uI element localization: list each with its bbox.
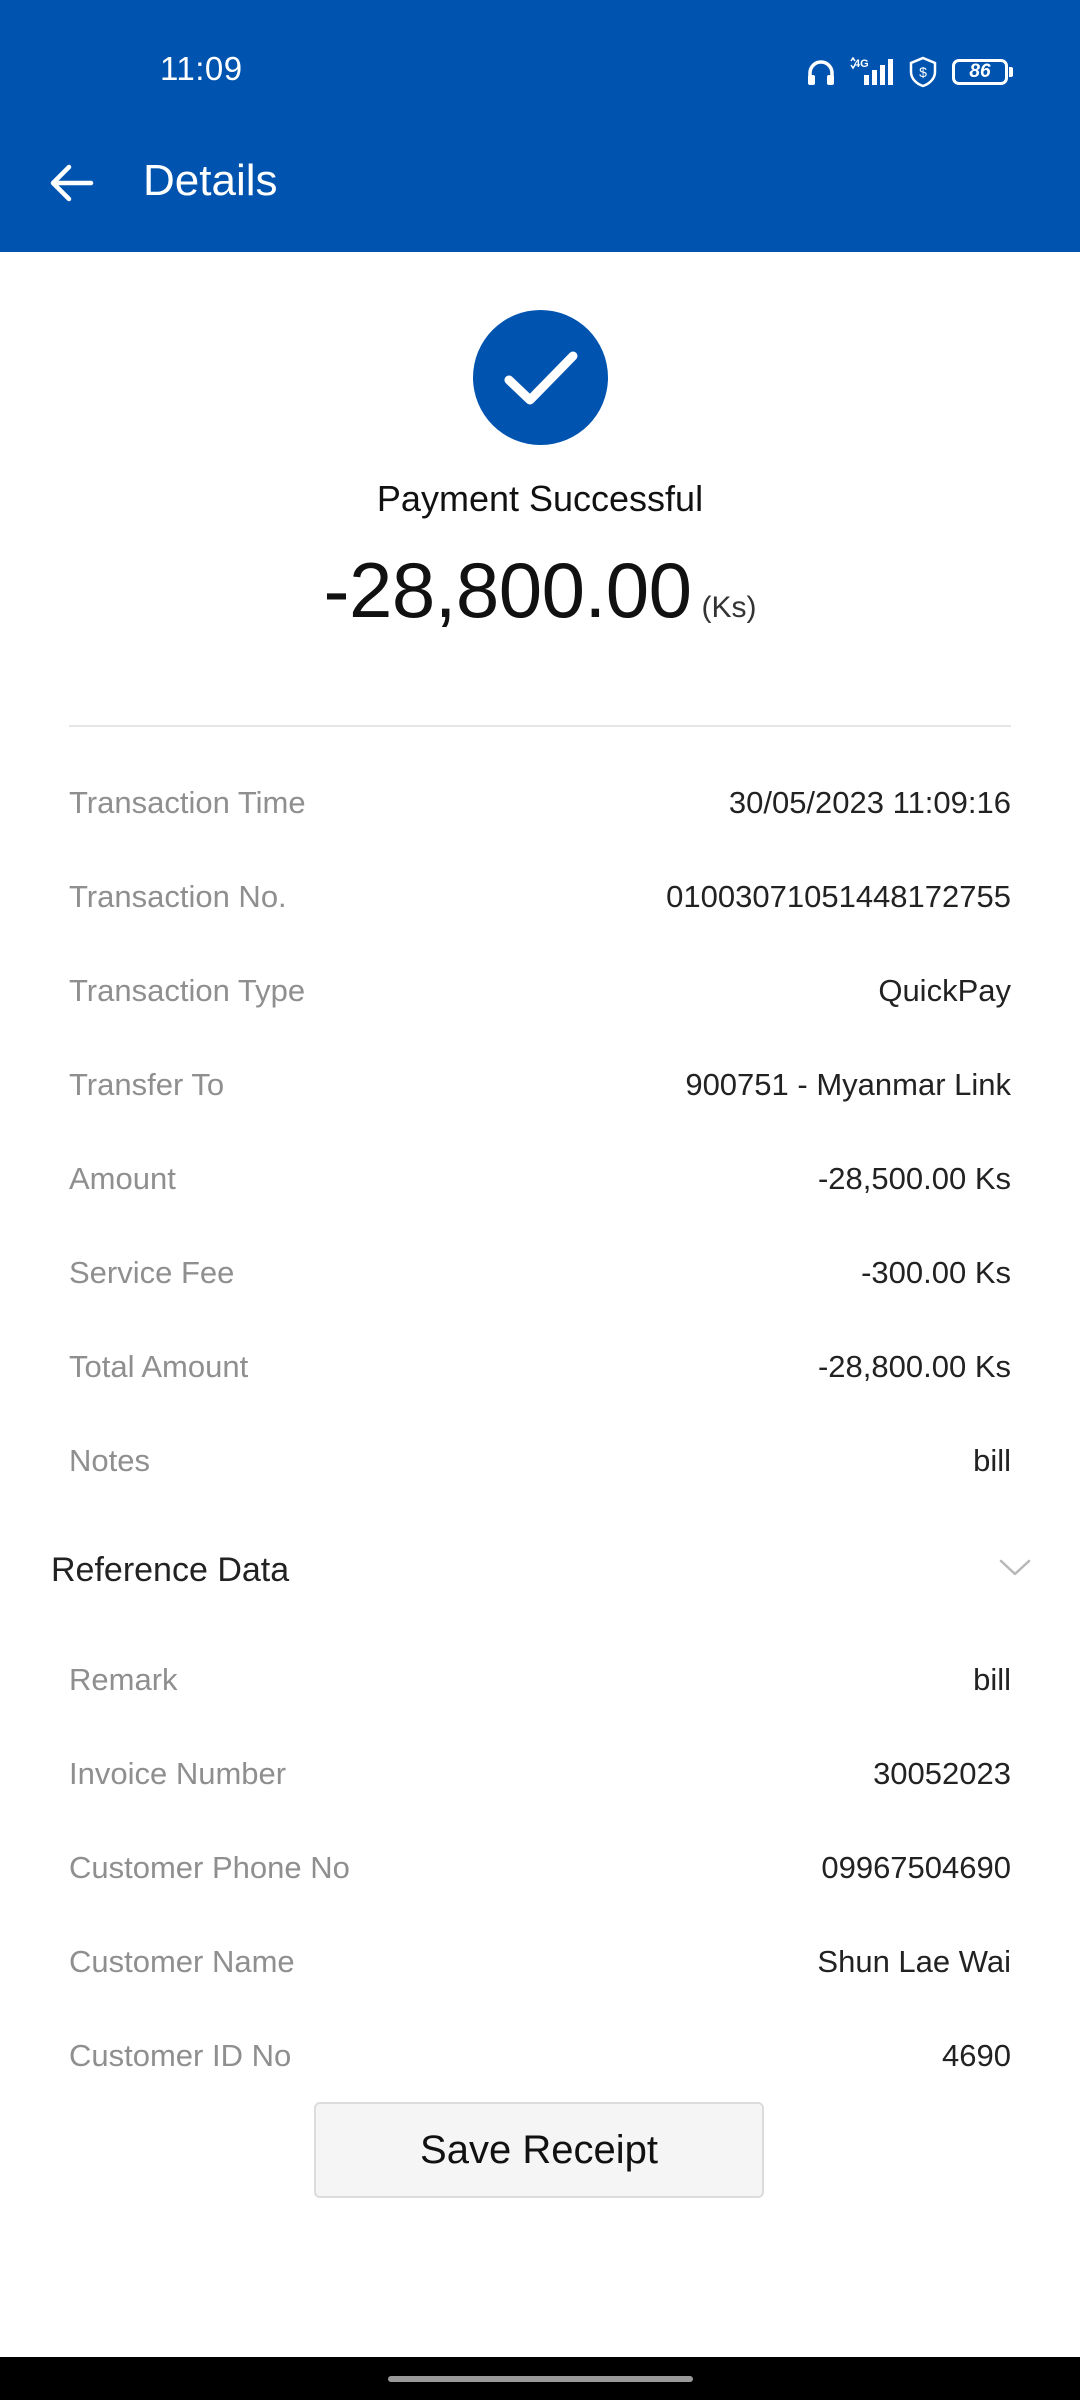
amount-unit: (Ks) <box>701 591 757 624</box>
check-circle-icon <box>473 310 608 445</box>
detail-row-amount: Amount -28,500.00 Ks <box>69 1149 1011 1209</box>
payment-amount: -28,800.00 (Ks) <box>0 545 1080 636</box>
svg-text:$: $ <box>919 64 927 80</box>
page-title: Details <box>143 156 278 205</box>
detail-row-transaction-type: Transaction Type QuickPay <box>69 961 1011 1021</box>
network-label: 4G <box>854 58 869 70</box>
app-bar: 11:09 4G $ 86 Details <box>0 0 1080 252</box>
detail-row-transaction-no: Transaction No. 01003071051448172755 <box>69 867 1011 927</box>
detail-value: 01003071051448172755 <box>666 879 1011 914</box>
detail-row-service-fee: Service Fee -300.00 Ks <box>69 1243 1011 1303</box>
detail-label: Notes <box>69 1443 150 1478</box>
home-indicator[interactable] <box>388 2376 693 2382</box>
detail-row-transaction-time: Transaction Time 30/05/2023 11:09:16 <box>69 773 1011 833</box>
status-icons: 4G $ 86 <box>806 52 1013 92</box>
detail-value: 900751 - Myanmar Link <box>685 1067 1011 1102</box>
detail-label: Transaction No. <box>69 879 287 914</box>
detail-label: Total Amount <box>69 1349 249 1384</box>
detail-label: Transfer To <box>69 1067 225 1102</box>
save-receipt-button[interactable]: Save Receipt <box>314 2102 764 2198</box>
reference-value: bill <box>973 1662 1011 1697</box>
arrow-left-icon <box>50 164 94 202</box>
reference-value: 4690 <box>942 2038 1011 2073</box>
back-button[interactable] <box>36 148 106 218</box>
reference-label: Invoice Number <box>69 1756 287 1791</box>
detail-value: -28,500.00 Ks <box>817 1161 1011 1196</box>
detail-label: Amount <box>69 1161 176 1196</box>
shield-dollar-icon: $ <box>908 56 938 88</box>
amount-value: -28,800.00 <box>323 546 692 634</box>
chevron-down-icon[interactable] <box>999 1558 1031 1583</box>
detail-label: Service Fee <box>69 1255 235 1290</box>
divider <box>69 725 1011 727</box>
reference-data-title: Reference Data <box>51 1550 290 1589</box>
signal-4g-icon: 4G <box>850 57 894 87</box>
reference-label: Customer ID No <box>69 2038 292 2073</box>
headphones-icon <box>806 58 836 86</box>
detail-value: bill <box>973 1443 1011 1478</box>
reference-row-customer-id: Customer ID No 4690 <box>69 2026 1011 2086</box>
reference-row-invoice-number: Invoice Number 30052023 <box>69 1744 1011 1804</box>
reference-label: Remark <box>69 1662 178 1697</box>
detail-value: QuickPay <box>878 973 1011 1008</box>
reference-label: Customer Name <box>69 1944 295 1979</box>
detail-value: -300.00 Ks <box>861 1255 1011 1290</box>
battery-level: 86 <box>969 61 991 82</box>
detail-label: Transaction Time <box>69 785 306 820</box>
battery-icon: 86 <box>952 59 1013 85</box>
detail-row-transfer-to: Transfer To 900751 - Myanmar Link <box>69 1055 1011 1115</box>
reference-row-customer-phone: Customer Phone No 09967504690 <box>69 1838 1011 1898</box>
reference-row-customer-name: Customer Name Shun Lae Wai <box>69 1932 1011 1992</box>
detail-row-notes: Notes bill <box>69 1431 1011 1491</box>
reference-data-toggle[interactable]: Reference Data <box>51 1540 1031 1600</box>
reference-value: 09967504690 <box>821 1850 1011 1885</box>
reference-value: Shun Lae Wai <box>817 1944 1011 1979</box>
detail-value: 30/05/2023 11:09:16 <box>728 785 1011 820</box>
payment-status: Payment Successful <box>376 478 704 519</box>
reference-value: 30052023 <box>873 1756 1011 1791</box>
reference-label: Customer Phone No <box>69 1850 350 1885</box>
detail-value: -28,800.00 Ks <box>817 1349 1011 1384</box>
detail-row-total-amount: Total Amount -28,800.00 Ks <box>69 1337 1011 1397</box>
status-time: 11:09 <box>160 50 243 87</box>
detail-label: Transaction Type <box>69 973 306 1008</box>
reference-row-remark: Remark bill <box>69 1650 1011 1710</box>
